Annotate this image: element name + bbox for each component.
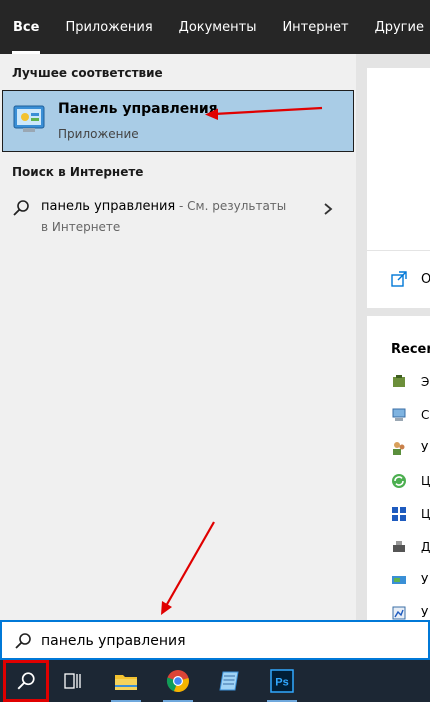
recent-item-label: Ц (421, 474, 430, 488)
tab-label: Все (13, 19, 40, 35)
search-icon (17, 672, 35, 690)
recent-item[interactable]: Э. (391, 374, 430, 392)
sync-center-icon (392, 474, 406, 488)
recent-item[interactable]: С (391, 407, 430, 425)
web-result-text: панель управления - См. результаты (41, 199, 286, 214)
open-icon (391, 271, 407, 287)
chevron-right-icon[interactable] (322, 201, 334, 217)
open-action[interactable]: О (367, 250, 430, 308)
preview-header-card (367, 68, 430, 250)
recent-item-label: Э. (421, 375, 430, 389)
taskbar: Ps (0, 660, 430, 702)
power-options-icon (393, 375, 405, 387)
best-match-heading: Лучшее соответствие (12, 66, 163, 80)
tab-all[interactable]: Все (0, 0, 52, 54)
result-type: Приложение (58, 127, 139, 141)
chrome-icon (166, 670, 189, 693)
recent-item-label: С (421, 408, 430, 422)
photoshop-button[interactable]: Ps (259, 660, 305, 702)
task-view-icon (64, 673, 81, 689)
recent-item[interactable]: Ц (391, 506, 430, 524)
devices-icon (393, 541, 405, 552)
recent-item[interactable]: Д (391, 539, 430, 557)
search-box (0, 620, 430, 660)
results-panel: Лучшее соответствие Панель управления Пр… (0, 54, 356, 620)
chrome-button[interactable] (155, 660, 201, 702)
recent-item[interactable]: Ц (391, 473, 430, 491)
recent-item[interactable]: У (391, 440, 430, 458)
tab-label: Документы (178, 19, 257, 35)
recent-item-label: У (421, 441, 429, 455)
photoshop-icon: Ps (270, 669, 294, 693)
search-input[interactable] (41, 630, 421, 652)
web-search-heading: Поиск в Интернете (12, 165, 144, 179)
best-match-result[interactable]: Панель управления Приложение (2, 90, 354, 152)
tab-more[interactable]: Другие (362, 0, 430, 54)
search-icon (13, 200, 29, 216)
tab-documents[interactable]: Документы (166, 0, 270, 54)
web-search-result[interactable]: панель управления - См. результаты в Инт… (0, 189, 356, 241)
tab-internet[interactable]: Интернет (269, 0, 361, 54)
control-panel-icon (13, 105, 45, 132)
security-center-icon (392, 507, 406, 521)
recent-heading: Recent (391, 342, 430, 357)
recent-item-label: Ц (421, 507, 430, 521)
recent-card: Recent Э. С У Ц Ц Д (367, 316, 430, 626)
recent-item-label: У (421, 573, 429, 587)
web-hint: - См. результаты (175, 199, 287, 213)
file-explorer-button[interactable] (103, 660, 149, 702)
administrative-tools-icon (392, 606, 406, 620)
recent-item-label: У (421, 606, 429, 620)
preview-panel: О Recent Э. С У Ц Ц (356, 54, 430, 626)
tab-label: Приложения (65, 19, 153, 35)
windows-start-search: Все Приложения Документы Интернет Другие… (0, 0, 430, 702)
recent-item-label: Д (421, 540, 430, 554)
web-query: панель управления (41, 199, 176, 214)
search-scope-tabs: Все Приложения Документы Интернет Другие (0, 0, 430, 54)
system-icon (392, 408, 406, 421)
tab-label: Другие (374, 19, 424, 35)
user-accounts-icon (393, 442, 405, 455)
search-icon (15, 633, 31, 649)
task-view-button[interactable] (51, 660, 97, 702)
tab-apps[interactable]: Приложения (52, 0, 165, 54)
notepad-icon (219, 671, 239, 691)
notepad-button[interactable] (207, 660, 253, 702)
open-label: О (421, 272, 430, 287)
file-explorer-icon (115, 675, 137, 690)
programs-icon (392, 576, 406, 584)
web-result-subtext: в Интернете (41, 220, 121, 234)
recent-item[interactable]: У (391, 572, 430, 590)
taskbar-search-button[interactable] (3, 660, 49, 702)
result-name: Панель управления (58, 101, 218, 117)
tab-label: Интернет (282, 19, 349, 35)
photoshop-label: Ps (275, 677, 288, 689)
